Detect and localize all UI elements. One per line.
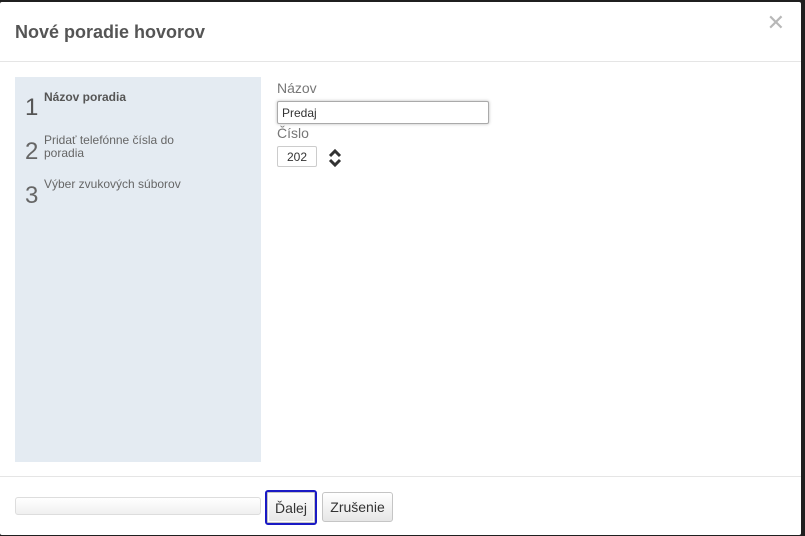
progress-bar — [15, 497, 261, 515]
dialog-title: Nové poradie hovorov — [15, 22, 206, 42]
step-number: 2 — [25, 138, 39, 165]
dialog-footer: Ďalej Zrušenie — [0, 476, 801, 536]
new-call-queue-dialog: Nové poradie hovorov ✕ 1 Názov poradia 2… — [0, 2, 801, 535]
step-number: 3 — [25, 182, 39, 209]
step-number: 1 — [25, 94, 39, 121]
number-input[interactable] — [277, 146, 317, 167]
step-label: Pridať telefónne čísla do poradia — [44, 133, 174, 160]
spinner-up-down-icon[interactable] — [328, 148, 342, 168]
number-label: Číslo — [277, 125, 309, 141]
close-icon[interactable]: ✕ — [767, 12, 785, 34]
step-label: Výber zvukových súborov — [44, 177, 181, 191]
wizard-steps-panel: 1 Názov poradia 2 Pridať telefónne čísla… — [15, 77, 261, 462]
name-input[interactable] — [277, 101, 489, 124]
dialog-header: Nové poradie hovorov ✕ — [0, 2, 801, 62]
cancel-button[interactable]: Zrušenie — [322, 492, 393, 522]
next-button[interactable]: Ďalej — [265, 490, 317, 525]
name-label: Názov — [277, 80, 317, 96]
step-label: Názov poradia — [44, 90, 127, 104]
